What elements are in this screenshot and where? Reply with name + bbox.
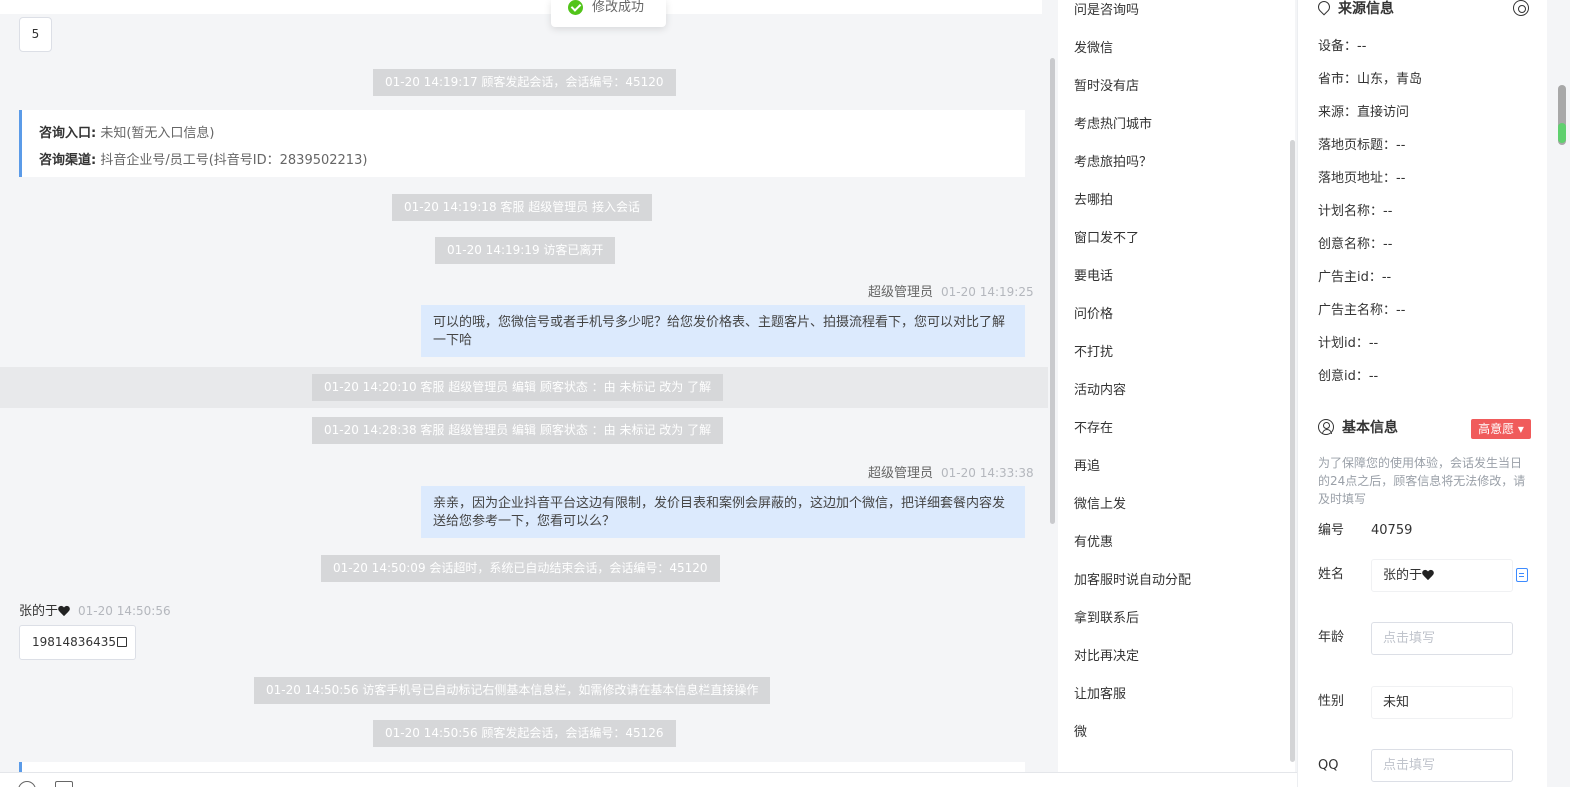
quick-reply-item[interactable]: 再追 — [1074, 457, 1100, 477]
system-message: 01-20 14:50:09 会话超时，系统已自动结束会话，会话编号：45120 — [321, 555, 720, 582]
toast-text: 修改成功 — [592, 0, 645, 15]
channel-label: 咨询渠道: — [39, 153, 97, 168]
basic-info-title-text: 基本信息 — [1342, 420, 1398, 436]
quick-reply-item[interactable]: 加客服时说自动分配 — [1074, 571, 1191, 591]
source-row: 计划名称：-- — [1318, 204, 1393, 219]
id-value: 40759 — [1371, 523, 1413, 538]
success-check-icon — [568, 0, 583, 15]
qq-input[interactable]: 点击填写 — [1371, 749, 1513, 782]
chat-topbar — [0, 0, 1042, 14]
quick-reply-list: 问是咨询吗 发微信 暂时没有店 考虑热门城市 考虑旅拍吗？ 去哪拍 窗口发不了 … — [1058, 0, 1295, 772]
quick-reply-item[interactable]: 活动内容 — [1074, 381, 1126, 401]
source-row: 来源：直接访问 — [1318, 105, 1410, 120]
gender-select[interactable]: 未知 — [1371, 686, 1513, 719]
message-sender: 超级管理员 01-20 14:33:38 — [868, 462, 1034, 481]
system-message: 01-20 14:19:18 客服 超级管理员 接入会话 — [392, 194, 653, 221]
source-row: 计划id：-- — [1318, 336, 1379, 351]
consult-info-card-partial — [19, 762, 1025, 772]
source-row: 广告主id：-- — [1318, 270, 1392, 285]
quick-reply-item[interactable]: 要电话 — [1074, 267, 1113, 287]
quick-reply-item[interactable]: 发微信 — [1074, 39, 1113, 59]
chat-scrollbar[interactable] — [1050, 58, 1055, 524]
quick-reply-item[interactable]: 不打扰 — [1074, 343, 1113, 363]
intent-badge-dropdown[interactable]: 高意愿 ▾ — [1471, 419, 1531, 439]
heart-icon — [1422, 570, 1434, 581]
input-toolbar — [0, 772, 1297, 787]
message-sender: 超级管理员 01-20 14:19:25 — [868, 281, 1034, 300]
copy-icon[interactable] — [116, 637, 127, 647]
system-message: 01-20 14:19:17 顾客发起会话，会话编号：45120 — [373, 69, 676, 96]
agent-message-bubble: 可以的哦，您微信号或者手机号多少呢？给您发价格表、主题客片、拍摄流程看下，您可以… — [421, 305, 1025, 357]
quick-reply-item[interactable]: 对比再决定 — [1074, 647, 1139, 667]
phone-text: 19814836435 — [32, 635, 116, 649]
channel-value: 抖音企业号/员工号(抖音号ID：2839502213) — [100, 153, 368, 168]
chat-area: 5 01-20 14:19:17 顾客发起会话，会话编号：45120 咨询入口:… — [0, 0, 1048, 772]
visitor-sender: 张的于 01-20 14:50:56 — [19, 600, 171, 619]
sender-name: 超级管理员 — [868, 285, 934, 300]
quick-reply-item[interactable]: 考虑热门城市 — [1074, 115, 1152, 135]
age-input[interactable]: 点击填写 — [1371, 622, 1513, 655]
sender-name: 张的于 — [19, 604, 59, 619]
source-row: 落地页标题：-- — [1318, 138, 1406, 153]
message-time: 01-20 14:19:25 — [941, 285, 1034, 299]
sender-name: 超级管理员 — [868, 466, 934, 481]
source-row: 落地页地址：-- — [1318, 171, 1406, 186]
settings-icon[interactable] — [1513, 0, 1529, 16]
quick-reply-item[interactable]: 拿到联系后 — [1074, 609, 1139, 629]
name-field[interactable]: 张的于 — [1371, 559, 1513, 592]
source-row: 设备：-- — [1318, 39, 1367, 54]
copy-icon[interactable] — [1516, 568, 1528, 582]
quick-reply-item[interactable]: 窗口发不了 — [1074, 229, 1139, 249]
visitor-message-phone[interactable]: 19814836435 — [19, 625, 136, 660]
quick-reply-item[interactable]: 微 — [1074, 723, 1087, 743]
source-row: 创意名称：-- — [1318, 237, 1393, 252]
page-scrollbar-thumb[interactable] — [1558, 85, 1566, 145]
location-icon — [1318, 1, 1330, 16]
quick-reply-item[interactable]: 让加客服 — [1074, 685, 1126, 705]
entry-label: 咨询入口: — [39, 126, 97, 141]
image-icon[interactable] — [55, 781, 73, 787]
heart-icon — [58, 606, 70, 617]
system-message: 01-20 14:50:56 顾客发起会话，会话编号：45126 — [373, 720, 676, 747]
quick-reply-item[interactable]: 不存在 — [1074, 419, 1113, 439]
qq-label: QQ — [1318, 758, 1339, 773]
agent-message-bubble: 亲亲，因为企业抖音平台这边有限制，发价目表和案例会屏蔽的，这边加个微信，把详细套… — [421, 486, 1025, 538]
system-message: 01-20 14:28:38 客服 超级管理员 编辑 顾客状态 ：由 未标记 改… — [312, 417, 724, 444]
system-message: 01-20 14:19:19 访客已离开 — [435, 237, 616, 264]
number-box: 5 — [19, 17, 52, 52]
message-time: 01-20 14:50:56 — [78, 604, 171, 618]
user-circle-icon — [1318, 419, 1334, 435]
entry-value: 未知(暂无入口信息) — [100, 126, 215, 141]
quick-reply-item[interactable]: 问是咨询吗 — [1074, 1, 1139, 21]
quick-reply-item[interactable]: 微信上发 — [1074, 495, 1126, 515]
consult-info-card: 咨询入口: 未知(暂无入口信息) 咨询渠道: 抖音企业号/员工号(抖音号ID：2… — [19, 110, 1025, 177]
message-time: 01-20 14:33:38 — [941, 466, 1034, 480]
quick-reply-item[interactable]: 有优惠 — [1074, 533, 1113, 553]
age-label: 年龄 — [1318, 630, 1345, 645]
source-info-title-text: 来源信息 — [1338, 1, 1394, 17]
source-row: 广告主名称：-- — [1318, 303, 1406, 318]
quick-reply-item[interactable]: 问价格 — [1074, 305, 1113, 325]
edit-notice: 为了保障您的使用体验，会话发生当日的24点之后，顾客信息将无法修改，请及时填写 — [1318, 456, 1526, 506]
quick-reply-scrollbar[interactable] — [1290, 140, 1295, 762]
gender-label: 性别 — [1318, 694, 1345, 709]
quick-reply-item[interactable]: 去哪拍 — [1074, 191, 1113, 211]
name-value: 张的于 — [1383, 568, 1423, 583]
source-row: 省市：山东，青岛 — [1318, 72, 1423, 87]
id-label: 编号 — [1318, 523, 1345, 538]
system-message: 01-20 14:20:10 客服 超级管理员 编辑 顾客状态 ：由 未标记 改… — [312, 374, 724, 401]
emoji-icon[interactable] — [18, 781, 36, 787]
source-info-title: 来源信息 — [1318, 0, 1394, 19]
name-label: 姓名 — [1318, 567, 1345, 582]
basic-info-title: 基本信息 — [1318, 418, 1398, 438]
system-message: 01-20 14:50:56 访客手机号已自动标记右侧基本信息栏，如需修改请在基… — [254, 677, 771, 704]
quick-reply-item[interactable]: 考虑旅拍吗？ — [1074, 153, 1152, 173]
success-toast: 修改成功 — [551, 0, 666, 27]
customer-info-panel: 来源信息 设备：-- 省市：山东，青岛 来源：直接访问 落地页标题：-- 落地页… — [1297, 0, 1547, 787]
source-row: 创意id：-- — [1318, 369, 1379, 384]
quick-reply-item[interactable]: 暂时没有店 — [1074, 77, 1139, 97]
